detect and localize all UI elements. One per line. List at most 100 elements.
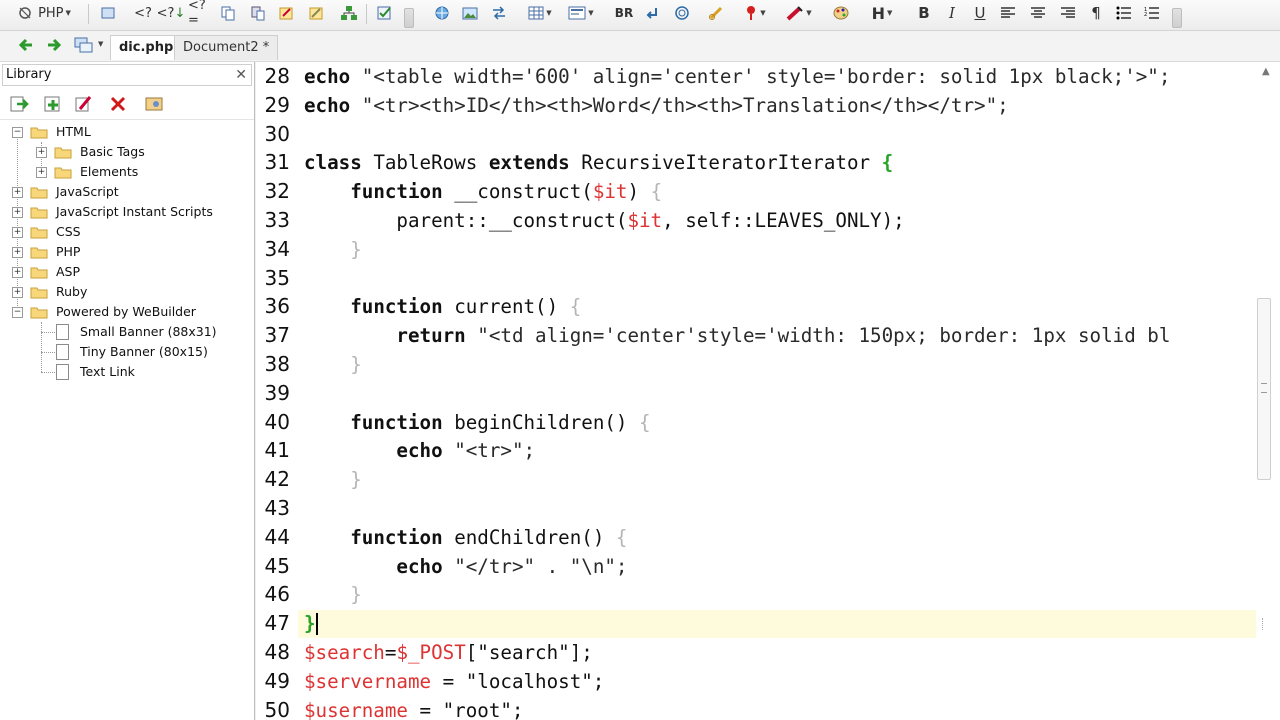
vertical-scrollbar[interactable] [1257, 298, 1271, 480]
code-line[interactable]: $username = "root"; [304, 696, 524, 720]
code-line[interactable]: } [304, 580, 362, 609]
code-token: } [350, 583, 362, 607]
expand-icon[interactable]: + [12, 287, 23, 298]
tree-item-tiny-banner[interactable]: Tiny Banner (80x15) [56, 342, 246, 362]
collapse-icon[interactable]: − [12, 307, 23, 318]
code-line[interactable]: parent::__construct($it, self::LEAVES_ON… [304, 206, 904, 235]
tree-item-html[interactable]: − HTML [12, 122, 252, 142]
image-icon[interactable] [460, 4, 480, 22]
paragraph-button[interactable]: ¶ [1086, 4, 1106, 22]
php-menu-button[interactable]: PHP ▼ [16, 4, 72, 22]
code-line[interactable]: function __construct($it) { [304, 177, 662, 206]
expand-icon[interactable]: + [36, 147, 47, 158]
code-line[interactable]: function beginChildren() { [304, 408, 650, 437]
expand-icon[interactable]: + [12, 187, 23, 198]
tree-item-elements[interactable]: + Elements [36, 162, 246, 182]
italic-button[interactable]: I [942, 4, 962, 22]
underline-button[interactable]: U [970, 4, 990, 22]
insert-snippet-icon[interactable] [9, 94, 29, 114]
code-line[interactable]: } [304, 350, 362, 379]
edit-snippet-icon[interactable] [74, 94, 94, 114]
form-icon[interactable] [98, 4, 118, 22]
align-left-icon[interactable] [998, 4, 1018, 22]
code-line[interactable]: function current() { [304, 292, 581, 321]
heading-menu-button[interactable]: H ▼ [866, 4, 898, 23]
tree-item-js-instant[interactable]: + JavaScript Instant Scripts [12, 202, 252, 222]
code-line[interactable]: echo "</tr>" . "\n"; [304, 552, 627, 581]
unordered-list-icon[interactable] [1114, 4, 1134, 22]
copy-icon[interactable] [218, 4, 238, 22]
code-line[interactable]: echo "<tr>"; [304, 436, 535, 465]
paste-icon[interactable] [248, 4, 268, 22]
folder-icon [30, 287, 48, 299]
expand-icon[interactable]: + [36, 167, 47, 178]
tab-document2[interactable]: Document2 * [174, 35, 279, 60]
align-center-icon[interactable] [1028, 4, 1048, 22]
palette-icon[interactable] [830, 4, 852, 22]
check-document-icon[interactable] [374, 4, 396, 22]
link-icon[interactable] [706, 4, 726, 22]
tree-item-small-banner[interactable]: Small Banner (88x31) [56, 322, 246, 342]
pencil-icon[interactable] [306, 4, 326, 22]
add-folder-icon[interactable] [43, 94, 63, 114]
php-echo-tag-icon[interactable]: <? ↓ [157, 4, 186, 22]
code-line[interactable]: function endChildren() { [304, 523, 627, 552]
table-icon[interactable]: ▼ [526, 4, 554, 22]
arrows-icon[interactable] [488, 4, 510, 22]
close-icon[interactable]: ✕ [235, 65, 247, 85]
code-line[interactable]: return "<td align='center'style='width: … [304, 321, 1170, 350]
forward-arrow-icon[interactable] [46, 37, 62, 53]
code-token: $username [304, 698, 408, 720]
line-number: 44 [264, 524, 290, 549]
tree-item-javascript[interactable]: + JavaScript [12, 182, 252, 202]
code-line[interactable]: $search=$_POST["search"]; [304, 638, 593, 667]
php-short-echo-icon[interactable]: <?= [188, 0, 214, 28]
bold-button[interactable]: B [914, 4, 934, 22]
collapse-icon[interactable]: − [12, 127, 23, 138]
code-token: "</tr>" . "\n"; [442, 554, 628, 578]
code-token: ["search"]; [465, 641, 593, 664]
ordered-list-icon[interactable]: 12 [1142, 4, 1162, 22]
pin-icon[interactable]: ▼ [740, 4, 770, 22]
code-editor[interactable]: 28 29 30 31 32 33 34 35 36 37 38 39 40 41 42 43 44 45 46 47… [256, 62, 1280, 720]
edit-note-icon[interactable] [276, 4, 296, 22]
expand-icon[interactable]: + [12, 267, 23, 278]
php-open-tag-icon[interactable]: <? [132, 4, 154, 22]
tree-item-asp[interactable]: + ASP [12, 262, 252, 282]
highlighter-icon[interactable]: ▼ [782, 4, 816, 22]
sitemap-icon[interactable] [338, 4, 360, 22]
tree-item-text-link[interactable]: Text Link [56, 362, 246, 382]
tree-item-basic-tags[interactable]: + Basic Tags [36, 142, 246, 162]
tab-dic-php[interactable]: dic.php [110, 35, 183, 60]
window-list-button[interactable]: ▼ [74, 36, 106, 54]
back-arrow-icon[interactable] [18, 37, 34, 53]
tree-item-powered[interactable]: − Powered by WeBuilder [12, 302, 252, 322]
align-right-icon[interactable] [1058, 4, 1078, 22]
return-arrow-icon[interactable] [642, 4, 662, 22]
code-line[interactable]: $servername = "localhost"; [304, 667, 604, 696]
form-layout-icon[interactable]: ▼ [566, 4, 596, 22]
code-line[interactable]: class TableRows extends RecursiveIterato… [304, 148, 893, 177]
code-line[interactable]: } [304, 235, 362, 264]
delete-icon[interactable] [108, 94, 128, 114]
expand-icon[interactable]: + [12, 207, 23, 218]
line-break-button[interactable]: BR [612, 4, 636, 22]
code-line[interactable]: } [304, 465, 362, 494]
tree-item-ruby[interactable]: + Ruby [12, 282, 252, 302]
copyright-icon[interactable] [672, 4, 692, 22]
code-line[interactable]: } [304, 609, 316, 638]
code-line[interactable]: echo "<table width='600' align='center' … [304, 62, 1170, 91]
tree-item-php[interactable]: + PHP [12, 242, 252, 262]
expand-icon[interactable]: + [12, 247, 23, 258]
library-settings-icon[interactable] [144, 94, 164, 114]
scroll-up-arrow-icon[interactable]: ▲ [1262, 66, 1270, 77]
tree-item-css[interactable]: + CSS [12, 222, 252, 242]
globe-icon[interactable] [432, 4, 452, 22]
document-tab-bar: ▼ dic.php Document2 * [0, 31, 1280, 62]
line-number: 46 [264, 582, 290, 607]
code-line[interactable]: echo "<tr><th>ID</th><th>Word</th><th>Tr… [304, 91, 1009, 120]
code-token: { [615, 525, 628, 549]
expand-icon[interactable]: + [12, 227, 23, 238]
